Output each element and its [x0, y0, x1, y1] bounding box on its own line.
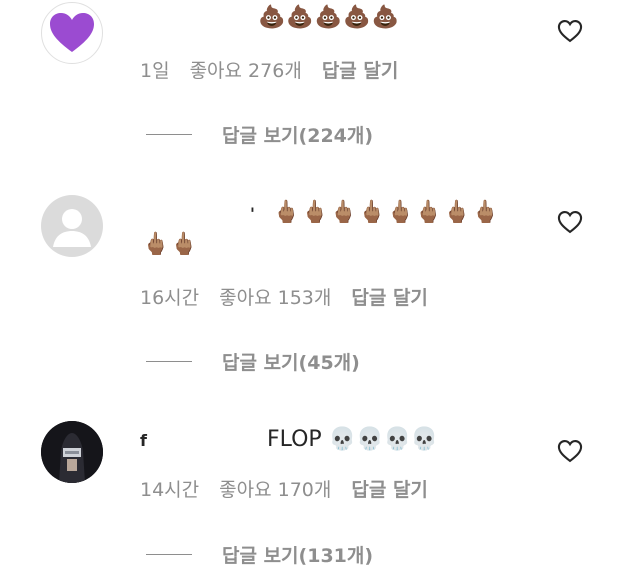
comment-likes[interactable]: 좋아요 153개 [219, 283, 331, 310]
avatar[interactable] [41, 195, 103, 257]
comment-meta: 14시간 좋아요 170개 답글 달기 [140, 475, 428, 502]
comment-likes[interactable]: 좋아요 276개 [190, 56, 302, 83]
purple-heart-icon [50, 13, 94, 52]
avatar[interactable] [41, 2, 103, 64]
view-replies-label: 답글 보기(45개) [222, 352, 360, 374]
view-replies-label: 답글 보기(224개) [222, 125, 374, 147]
comment-text: ' 🖕🏽🖕🏽🖕🏽🖕🏽🖕🏽🖕🏽🖕🏽🖕🏽 [250, 199, 500, 228]
comment-meta: 1일 좋아요 276개 답글 달기 [140, 56, 398, 83]
divider-line [146, 134, 192, 135]
view-replies-button[interactable]: 답글 보기(45개) [146, 348, 360, 375]
comment-text-continued: 🖕🏽🖕🏽 [142, 232, 199, 257]
view-replies-button[interactable]: 답글 보기(131개) [146, 541, 373, 568]
comment-meta: 16시간 좋아요 153개 답글 달기 [140, 283, 428, 310]
username[interactable]: f [140, 431, 147, 450]
comment-emoji-row-1: 🖕🏽🖕🏽🖕🏽🖕🏽🖕🏽🖕🏽🖕🏽🖕🏽 [272, 200, 501, 225]
divider-line [146, 554, 192, 555]
username[interactable]: ' [250, 204, 255, 223]
comment-likes[interactable]: 좋아요 170개 [219, 475, 331, 502]
comment-time: 1일 [140, 60, 170, 82]
avatar[interactable] [41, 421, 103, 483]
comment-time: 16시간 [140, 287, 200, 309]
reply-button[interactable]: 답글 달기 [351, 283, 428, 310]
comment-text: f FLOP 💀💀💀💀 [140, 426, 438, 455]
view-replies-label: 답글 보기(131개) [222, 545, 374, 567]
view-replies-button[interactable]: 답글 보기(224개) [146, 121, 373, 148]
user-photo-image [41, 421, 103, 483]
comment-time: 14시간 [140, 479, 200, 501]
comment-text: 💩💩💩💩💩 [258, 5, 400, 30]
heart-outline-icon[interactable] [556, 437, 584, 465]
reply-button[interactable]: 답글 달기 [351, 475, 428, 502]
heart-outline-icon[interactable] [556, 17, 584, 45]
comment-body: FLOP 💀💀💀💀 [266, 427, 439, 452]
reply-button[interactable]: 답글 달기 [322, 56, 399, 83]
heart-outline-icon[interactable] [556, 208, 584, 236]
default-profile-icon [53, 209, 91, 247]
divider-line [146, 361, 192, 362]
